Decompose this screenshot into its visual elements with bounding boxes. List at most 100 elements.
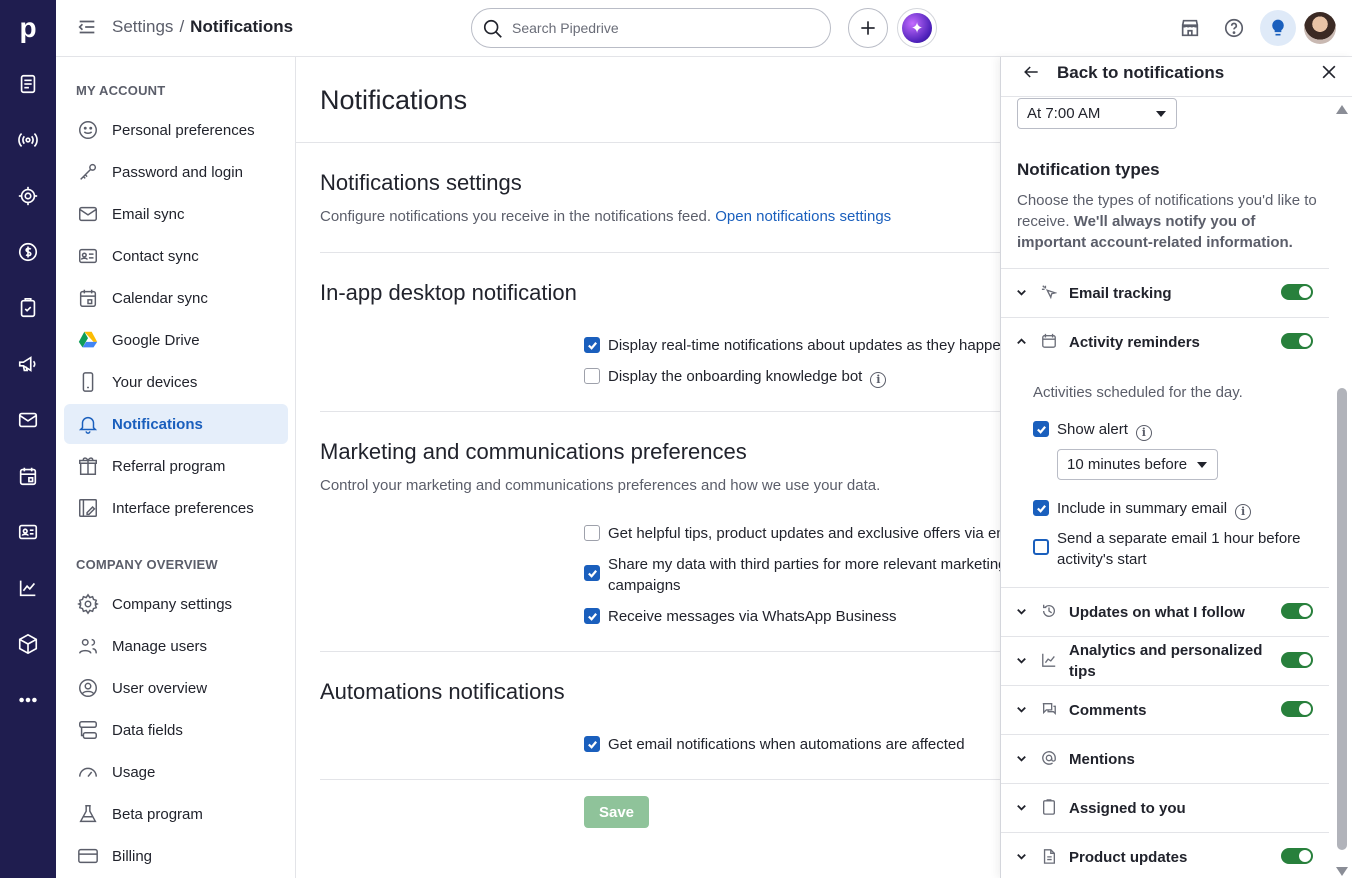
checkbox[interactable] (584, 565, 600, 581)
chevron-down-icon[interactable] (1015, 286, 1029, 300)
option-helpful-tips[interactable]: Get helpful tips, product updates and ex… (584, 523, 1000, 544)
search-input[interactable] (512, 17, 812, 39)
row-mentions[interactable]: Mentions (1001, 734, 1329, 783)
sidebar-item-personal-preferences[interactable]: Personal preferences (64, 110, 288, 150)
quick-add-button[interactable] (848, 8, 888, 48)
breadcrumb-settings[interactable]: Settings (112, 17, 173, 36)
row-updates-follow[interactable]: Updates on what I follow (1001, 587, 1329, 636)
comments-toggle[interactable] (1281, 701, 1313, 717)
sidebar-item-contact-sync[interactable]: Contact sync (64, 236, 288, 276)
row-email-tracking[interactable]: Email tracking (1001, 268, 1329, 317)
option-realtime-notifications[interactable]: Display real-time notifications about up… (584, 335, 1000, 356)
more-icon[interactable] (14, 686, 42, 714)
activity-reminders-toggle[interactable] (1281, 333, 1313, 349)
check-icon (587, 740, 597, 749)
info-icon[interactable]: i (1235, 503, 1252, 520)
alert-time-select[interactable]: 10 minutes before (1057, 449, 1218, 480)
checkbox[interactable] (584, 337, 600, 353)
help-icon[interactable] (1220, 14, 1248, 42)
scroll-thumb[interactable] (1337, 388, 1347, 850)
info-icon[interactable]: i (870, 371, 887, 388)
checkbox[interactable] (584, 368, 600, 384)
dollar-icon[interactable] (14, 238, 42, 266)
scroll-down-arrow-icon[interactable] (1336, 867, 1348, 876)
chevron-down-icon[interactable] (1015, 752, 1029, 766)
desc-text: Configure notifications you receive in t… (320, 208, 712, 225)
sidebar-item-your-devices[interactable]: Your devices (64, 362, 288, 402)
target-icon[interactable] (14, 182, 42, 210)
row-comments[interactable]: Comments (1001, 685, 1329, 734)
megaphone-icon[interactable] (14, 350, 42, 378)
option-automation-emails[interactable]: Get email notifications when automations… (584, 734, 965, 755)
leads-icon[interactable] (14, 70, 42, 98)
email-tracking-toggle[interactable] (1281, 284, 1313, 300)
tips-bulb-button[interactable] (1260, 10, 1296, 46)
collapse-menu-icon[interactable] (76, 16, 100, 40)
info-icon[interactable]: i (1135, 424, 1152, 441)
chevron-down-icon[interactable] (1015, 654, 1029, 668)
back-to-notifications-link[interactable]: Back to notifications (1057, 63, 1224, 83)
sidebar-item-calendar-sync[interactable]: Calendar sync (64, 278, 288, 318)
sidebar-item-billing[interactable]: Billing (64, 836, 288, 876)
sidebar-item-beta-program[interactable]: Beta program (64, 794, 288, 834)
calendar-icon[interactable] (14, 462, 42, 490)
checkbox[interactable] (584, 736, 600, 752)
sidebar-item-google-drive[interactable]: Google Drive (64, 320, 288, 360)
sidebar-item-interface-preferences[interactable]: Interface preferences (64, 488, 288, 528)
checkbox[interactable] (584, 525, 600, 541)
product-updates-toggle[interactable] (1281, 848, 1313, 864)
checkbox[interactable] (1033, 539, 1049, 555)
ai-assistant-button[interactable]: ✦ (897, 8, 937, 48)
option-onboarding-bot[interactable]: Display the onboarding knowledge bot i (584, 366, 887, 388)
chart-icon[interactable] (14, 574, 42, 602)
sidebar-item-password-and-login[interactable]: Password and login (64, 152, 288, 192)
chevron-down-icon[interactable] (1015, 850, 1029, 864)
updates-follow-toggle[interactable] (1281, 603, 1313, 619)
sidebar-item-usage[interactable]: Usage (64, 752, 288, 792)
chevron-down-icon[interactable] (1015, 605, 1029, 619)
scroll-up-arrow-icon[interactable] (1336, 105, 1348, 114)
analytics-toggle[interactable] (1281, 652, 1313, 668)
sidebar-item-email-sync[interactable]: Email sync (64, 194, 288, 234)
checkbox[interactable] (1033, 500, 1049, 516)
save-button[interactable]: Save (584, 796, 649, 828)
box-icon[interactable] (14, 630, 42, 658)
broadcast-icon[interactable] (14, 126, 42, 154)
row-assigned[interactable]: Assigned to you (1001, 783, 1329, 832)
option-share-data[interactable]: Share my data with third parties for mor… (584, 554, 1000, 596)
option-text-2: activity's start (1057, 551, 1147, 568)
chevron-up-icon[interactable] (1015, 335, 1029, 349)
close-icon[interactable] (1319, 62, 1341, 84)
checkbox[interactable] (584, 608, 600, 624)
clipboard-check-icon[interactable] (14, 294, 42, 322)
marketplace-icon[interactable] (1176, 14, 1204, 42)
sidebar-item-label: Password and login (112, 163, 243, 181)
row-product-updates[interactable]: Product updates (1001, 832, 1329, 878)
sidebar-item-referral-program[interactable]: Referral program (64, 446, 288, 486)
clipboard-icon (1041, 799, 1059, 817)
search-box[interactable] (471, 8, 831, 48)
sidebar-item-user-overview[interactable]: User overview (64, 668, 288, 708)
user-avatar[interactable] (1304, 12, 1336, 44)
row-analytics[interactable]: Analytics and personalized tips (1001, 636, 1329, 685)
sidebar-item-notifications[interactable]: Notifications (64, 404, 288, 444)
mail-icon (76, 202, 100, 226)
option-show-alert[interactable]: Show alert i (1033, 419, 1152, 441)
chevron-down-icon[interactable] (1015, 801, 1029, 815)
back-arrow-icon[interactable] (1021, 62, 1045, 86)
panel-scrollbar[interactable] (1335, 101, 1349, 878)
pipedrive-logo[interactable]: p (0, 0, 56, 56)
option-summary-email[interactable]: Include in summary email i (1033, 498, 1252, 520)
open-notifications-settings-link[interactable]: Open notifications settings (715, 208, 891, 225)
chevron-down-icon[interactable] (1015, 703, 1029, 717)
sidebar-item-data-fields[interactable]: Data fields (64, 710, 288, 750)
divider (296, 142, 1000, 143)
contact-card-icon[interactable] (14, 518, 42, 546)
option-separate-email[interactable]: Send a separate email 1 hour before activ… (1033, 528, 1301, 570)
sidebar-item-company-settings[interactable]: Company settings (64, 584, 288, 624)
sidebar-item-manage-users[interactable]: Manage users (64, 626, 288, 666)
option-whatsapp[interactable]: Receive messages via WhatsApp Business (584, 606, 896, 627)
checkbox[interactable] (1033, 421, 1049, 437)
summary-time-select[interactable]: At 7:00 AM (1017, 98, 1177, 129)
mail-icon[interactable] (14, 406, 42, 434)
